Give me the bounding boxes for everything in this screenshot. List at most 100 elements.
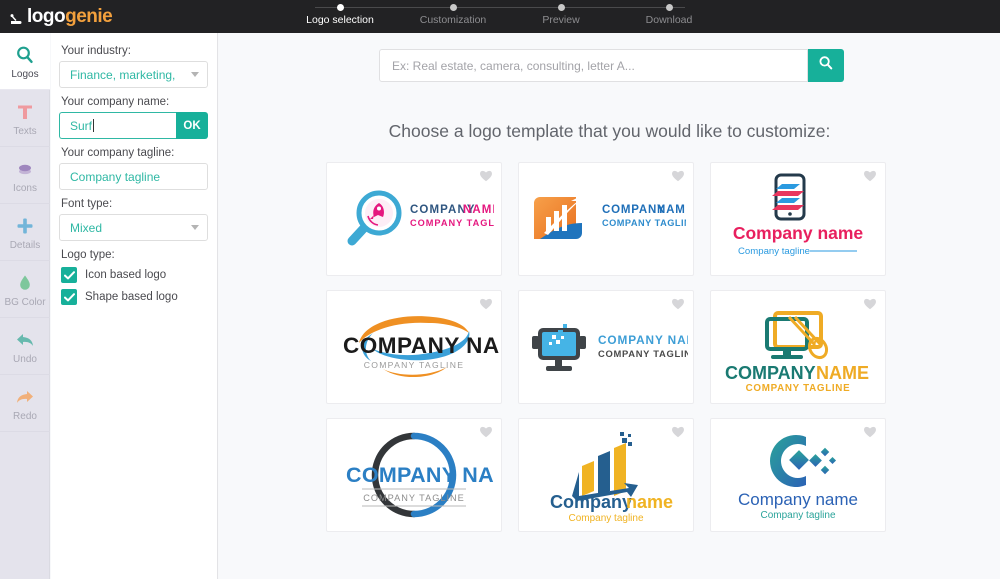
step-label: Logo selection <box>306 14 374 26</box>
svg-text:Company tagline: Company tagline <box>738 246 810 257</box>
svg-text:Company name: Company name <box>738 490 858 509</box>
logo-preview: Company name Company tagline <box>519 419 693 531</box>
step-dot <box>336 4 344 11</box>
logo-card-monitor-mouse[interactable]: COMPANY NAME COMPANY TAGLINE <box>710 290 886 404</box>
logo-card-circle-arcs[interactable]: COMPANY NA COMPANY TAGLINE <box>326 418 502 532</box>
rail-item-icons[interactable]: Icons <box>0 147 50 204</box>
svg-text:Company name: Company name <box>733 223 864 243</box>
checkbox-icon-based-logo[interactable] <box>61 267 77 283</box>
brand-logo[interactable]: logo genie <box>10 5 113 28</box>
industry-select-value: Finance, marketing, <box>70 67 176 82</box>
checkbox-label: Shape based logo <box>85 291 178 303</box>
search-icon <box>15 43 35 67</box>
company-name-input[interactable]: Surf <box>59 112 176 139</box>
text-cursor <box>93 119 95 132</box>
step-label: Download <box>645 14 693 26</box>
step-logo-selection[interactable]: Logo selection <box>280 0 400 26</box>
tool-rail: Logos Texts Icons Details BG Color Undo … <box>0 33 50 579</box>
company-name-value: Surf <box>70 118 93 133</box>
search-placeholder: Ex: Real estate, camera, consulting, let… <box>392 58 635 73</box>
svg-text:NAME: NAME <box>816 363 869 383</box>
brand-part-genie: genie <box>65 5 113 27</box>
grid-row: COMPANY NA COMPANY TAGLINE <box>326 418 906 532</box>
main-content: Ex: Real estate, camera, consulting, let… <box>219 33 1000 579</box>
search-button[interactable] <box>808 49 844 82</box>
svg-text:COMPANY TAGLINE: COMPANY TAGLINE <box>746 383 851 394</box>
rail-item-label: Texts <box>13 125 37 137</box>
step-dot <box>557 4 565 11</box>
svg-text:NAME: NAME <box>463 204 494 216</box>
genie-lamp-icon <box>10 10 23 24</box>
logo-card-bar-chart-arrow[interactable]: COMPANY NAME COMPANY TAGLINE <box>518 162 694 276</box>
checkbox-row-shape-based[interactable]: Shape based logo <box>61 289 209 305</box>
checkbox-shape-based-logo[interactable] <box>61 289 77 305</box>
logo-preview: COMPANY NA COMPANY TAGLINE <box>327 291 501 403</box>
chevron-down-icon <box>191 225 199 230</box>
tagline-input[interactable]: Company tagline <box>59 163 208 190</box>
logo-preview: Company name Company tagline <box>711 163 885 275</box>
svg-text:COMPANY TAGLINE: COMPANY TAGLINE <box>602 218 686 228</box>
progress-stepper: Logo selection Customization Preview Dow… <box>280 0 720 33</box>
top-bar: logo genie Logo selection Customization P… <box>0 0 1000 33</box>
chevron-down-icon <box>191 72 199 77</box>
font-type-select-value: Mixed <box>70 220 103 235</box>
logo-card-smartphone-stripes[interactable]: Company name Company tagline <box>710 162 886 276</box>
search-bar: Ex: Real estate, camera, consulting, let… <box>379 49 844 82</box>
svg-text:COMPANY TAGLINE: COMPANY TAGLINE <box>598 348 688 359</box>
tagline-placeholder: Company tagline <box>70 169 161 184</box>
rail-item-logos[interactable]: Logos <box>0 33 50 90</box>
company-name-ok-button[interactable]: OK <box>176 112 208 139</box>
check-icon <box>63 292 75 301</box>
undo-arrow-icon <box>14 328 36 352</box>
svg-text:COMPANY NA: COMPANY NA <box>346 463 494 487</box>
svg-text:Company tagline: Company tagline <box>760 510 835 521</box>
logo-type-label: Logo type: <box>61 249 115 261</box>
company-name-row: Surf OK <box>59 112 208 139</box>
rail-item-undo[interactable]: Undo <box>0 318 50 375</box>
svg-text:COMPANY: COMPANY <box>725 363 816 383</box>
text-t-icon <box>15 100 35 124</box>
redo-arrow-icon <box>14 385 36 409</box>
rail-item-redo[interactable]: Redo <box>0 375 50 432</box>
svg-text:Company tagline: Company tagline <box>568 513 643 524</box>
svg-text:COMPANY NAME: COMPANY NAME <box>598 333 688 347</box>
checkbox-label: Icon based logo <box>85 269 167 281</box>
industry-select[interactable]: Finance, marketing, <box>59 61 208 88</box>
logo-card-bars-arrow-yellow[interactable]: Company name Company tagline <box>518 418 694 532</box>
step-download[interactable]: Download <box>609 0 729 26</box>
check-icon <box>63 270 75 279</box>
industry-label: Your industry: <box>61 45 131 57</box>
logo-card-magnifier-rocket[interactable]: COMPANY NAME COMPANY TAGLINE <box>326 162 502 276</box>
svg-text:COMPANY TAGLINE: COMPANY TAGLINE <box>364 360 465 370</box>
search-input[interactable]: Ex: Real estate, camera, consulting, let… <box>379 49 808 82</box>
rail-item-bg-color[interactable]: BG Color <box>0 261 50 318</box>
rail-item-label: Undo <box>13 353 37 365</box>
rail-item-label: Details <box>9 239 41 251</box>
logo-card-c-diamonds[interactable]: Company name Company tagline <box>710 418 886 532</box>
rail-item-details[interactable]: Details <box>0 204 50 261</box>
logo-preview: COMPANY NAME COMPANY TAGLINE <box>327 163 501 275</box>
logo-card-swoosh-ellipse[interactable]: COMPANY NA COMPANY TAGLINE <box>326 290 502 404</box>
step-preview[interactable]: Preview <box>501 0 621 26</box>
svg-text:COMPANY: COMPANY <box>602 204 666 216</box>
rail-item-texts[interactable]: Texts <box>0 90 50 147</box>
svg-text:Company: Company <box>550 492 632 512</box>
font-type-select[interactable]: Mixed <box>59 214 208 241</box>
logo-preview: COMPANY NAME COMPANY TAGLINE <box>519 163 693 275</box>
grid-row: COMPANY NA COMPANY TAGLINE <box>326 290 906 404</box>
grid-row: COMPANY NAME COMPANY TAGLINE <box>326 162 906 276</box>
logo-template-grid: COMPANY NAME COMPANY TAGLINE <box>326 162 906 546</box>
settings-panel: Your industry: Finance, marketing, Your … <box>51 33 218 579</box>
step-customization[interactable]: Customization <box>393 0 513 26</box>
rail-item-label: Icons <box>13 182 37 194</box>
search-icon <box>818 55 834 76</box>
step-label: Preview <box>542 14 580 26</box>
layers-icon <box>15 157 35 181</box>
logo-preview: COMPANY NA COMPANY TAGLINE <box>327 419 501 531</box>
svg-text:COMPANY TAGLINE: COMPANY TAGLINE <box>363 493 465 503</box>
checkbox-row-icon-based[interactable]: Icon based logo <box>61 267 209 283</box>
font-type-label: Font type: <box>61 198 113 210</box>
logo-card-monitor-pixels[interactable]: COMPANY NAME COMPANY TAGLINE <box>518 290 694 404</box>
droplet-icon <box>15 271 35 295</box>
logo-preview: Company name Company tagline <box>711 419 885 531</box>
